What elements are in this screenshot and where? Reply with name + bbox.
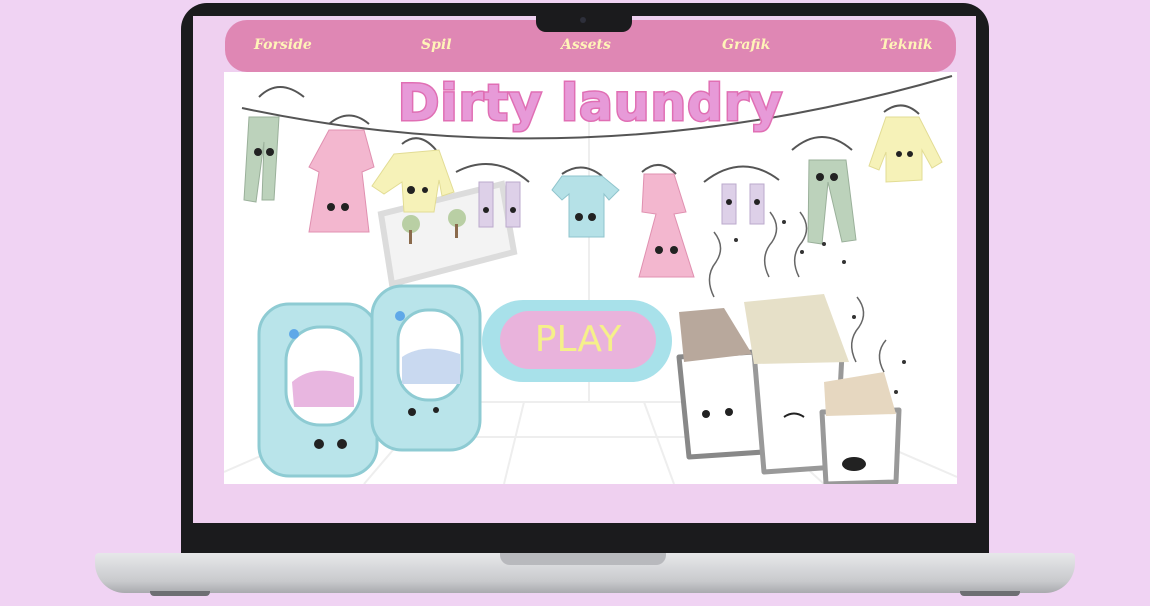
webcam-icon: [580, 17, 586, 23]
laptop-foot: [150, 591, 210, 596]
nav-item-forside[interactable]: Forside: [254, 37, 312, 53]
washing-machine-icon: [370, 284, 482, 452]
nav-item-assets[interactable]: Assets: [561, 37, 611, 53]
dress-icon: [638, 164, 695, 278]
laptop-opening-lip: [500, 553, 666, 565]
play-button[interactable]: PLAY: [482, 300, 672, 382]
nav-item-teknik[interactable]: Teknik: [880, 37, 933, 53]
play-button-label: PLAY: [500, 311, 656, 369]
laundry-basket-icon: [819, 372, 902, 484]
game-scene: [224, 75, 957, 484]
pants-icon: [791, 136, 857, 245]
washing-machine-icon: [257, 302, 379, 478]
laptop-screen: Forside Spil Assets Grafik Teknik Dirty …: [193, 16, 976, 523]
shirt-icon: [551, 166, 620, 238]
game-title: Dirty laundry: [396, 73, 784, 134]
laptop-foot: [960, 591, 1020, 596]
socks-icon: [703, 165, 780, 225]
window-frame: [377, 180, 518, 288]
dress-icon: [308, 114, 375, 233]
camera-notch: [536, 12, 632, 32]
game-canvas[interactable]: Dirty laundry PLAY: [224, 72, 957, 484]
nav-item-grafik[interactable]: Grafik: [722, 37, 770, 53]
nav-item-spil[interactable]: Spil: [421, 37, 452, 53]
